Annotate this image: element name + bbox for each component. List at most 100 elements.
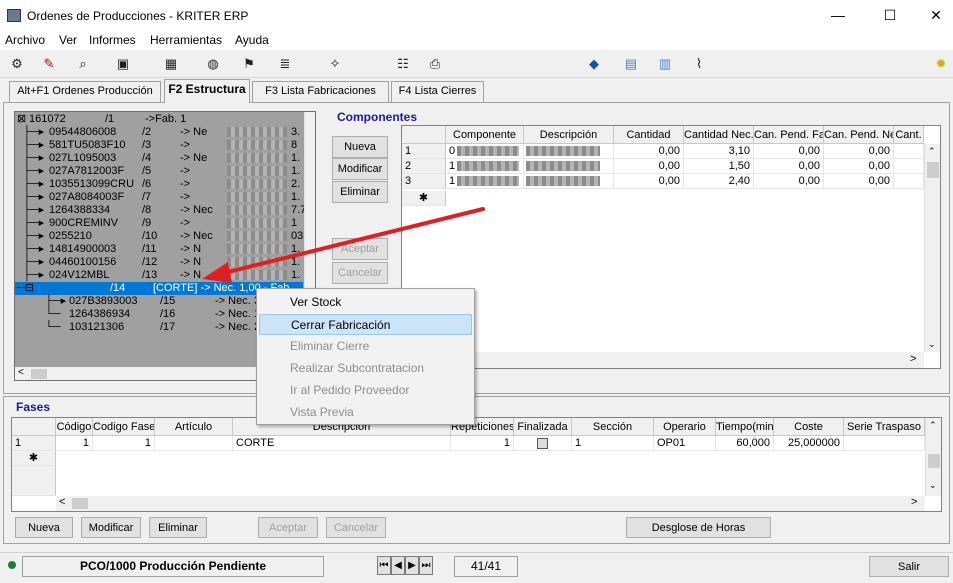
cell-cantidad-nec[interactable]: 1,50 [684,159,754,174]
cell-cant[interactable] [894,144,924,159]
col-can-pend-fab[interactable]: Can. Pend. Fab [754,126,824,144]
comp-nueva-button[interactable]: Nueva [332,136,388,158]
fases-cell-coste[interactable]: 25,000000 [774,436,844,451]
menu-ayuda[interactable]: Ayuda [235,33,269,47]
scroll-down-icon[interactable]: ⌄ [928,339,936,350]
scroll-up-icon[interactable]: ⌃ [929,420,937,431]
scroll-thumb[interactable] [928,454,940,468]
tree-item[interactable]: ├─▸ 581TU5083F10/3 -> 8 [15,139,305,152]
tab-ordenes-produccion[interactable]: Alt+F1 Ordenes Producción [9,81,161,102]
scroll-up-icon[interactable]: ⌃ [928,146,936,157]
comp-vertical-scrollbar[interactable]: ⌃ ⌄ [924,144,940,352]
row-indicator[interactable]: 2 [402,159,446,174]
salir-button[interactable]: Salir [869,556,949,577]
col-cant[interactable]: Cant. [894,126,924,144]
fases-grid[interactable]: Código Codigo Fase Artículo Descripción Repe… [11,417,942,512]
fases-col-header[interactable]: Tiempo(min.) [716,418,774,436]
cards-icon[interactable]: ▥ [656,56,674,72]
list-edit-icon[interactable]: ≣ [276,56,294,72]
fases-horizontal-scrollbar[interactable]: < > [56,496,925,511]
scroll-thumb[interactable] [72,498,88,509]
context-menu-item[interactable]: Ver Stock [259,292,472,313]
fases-cell-codigo[interactable]: 1 [56,436,93,451]
tree-item[interactable]: ├─▸ 024V12MBL/13 -> N 1. [15,269,305,282]
context-menu-item[interactable]: Cerrar Fabricación [259,314,472,335]
cell-descripcion[interactable] [524,159,614,174]
scroll-right-icon[interactable]: > [911,496,917,508]
tab-lista-fabricaciones[interactable]: F3 Lista Fabricaciones [252,81,389,102]
fases-col-header[interactable]: Operario [654,418,716,436]
fases-cell-rep[interactable]: 1 [451,436,514,451]
tab-lista-cierres[interactable]: F4 Lista Cierres [391,81,484,102]
cell-cant[interactable] [894,159,924,174]
cell-pend-nec[interactable]: 0,00 [824,174,894,189]
fases-nueva-button[interactable]: Nueva [15,517,73,538]
cell-descripcion[interactable] [524,174,614,189]
col-componente[interactable]: Componente [446,126,524,144]
cell-cantidad[interactable]: 0,00 [614,159,684,174]
nav-next-button[interactable]: ▶ [405,556,419,575]
window-icon[interactable]: ▣ [114,56,132,72]
fases-modificar-button[interactable]: Modificar [81,517,141,538]
row-indicator[interactable]: 3 [402,174,446,189]
cell-pend-nec[interactable]: 0,00 [824,144,894,159]
hierarchy-icon[interactable]: ☷ [394,56,412,72]
comp-cancelar-button[interactable]: Cancelar [332,262,388,284]
menu-herramientas[interactable]: Herramientas [150,33,222,47]
menu-informes[interactable]: Informes [89,33,136,47]
minimize-button[interactable]: — [815,4,861,26]
col-cantidad-nec[interactable]: Cantidad Nec. [684,126,754,144]
tree-item[interactable]: ├─▸ 027A8084003F/7 -> 1. [15,191,305,204]
tree-item[interactable]: ├─▸ 027A7812003F/5 -> 1. [15,165,305,178]
cell-cant[interactable] [894,174,924,189]
pen-icon[interactable]: ✎ [40,56,58,72]
tree-item[interactable]: ├─▸ 1035513099CRU/6 -> 2. [15,178,305,191]
context-menu-item[interactable]: Ir al Pedido Proveedor [259,380,472,401]
fases-cell-operario[interactable]: OP01 [654,436,716,451]
finalizada-checkbox[interactable] [537,437,548,449]
collapse-icon[interactable]: ⊠ [17,113,26,126]
comp-eliminar-button[interactable]: Eliminar [332,181,388,203]
tab-estructura[interactable]: F2 Estructura [164,79,250,103]
cell-cantidad[interactable]: 0,00 [614,174,684,189]
tree-item[interactable]: ├─▸ 14814900003/11 -> N 1. [15,243,305,256]
scroll-thumb[interactable] [31,369,47,379]
fases-cell-fase[interactable]: 1 [93,436,155,451]
fases-col-header[interactable]: Sección [572,418,654,436]
fases-cell-seccion[interactable]: 1 [572,436,654,451]
comp-aceptar-button[interactable]: Aceptar [332,238,388,260]
nav-prev-button[interactable]: ◀ [391,556,405,575]
fases-aceptar-button[interactable]: Aceptar [258,517,318,538]
fases-eliminar-button[interactable]: Eliminar [149,517,207,538]
preview-icon[interactable]: ⌕ [74,56,92,72]
fases-col-header[interactable]: Coste [774,418,844,436]
nav-last-button[interactable]: ⏭ [419,556,433,575]
row-indicator[interactable]: 1 [12,436,56,451]
cell-pend-fab[interactable]: 0,00 [754,159,824,174]
fases-col-header[interactable]: Código [56,418,93,436]
cell-descripcion[interactable] [524,144,614,159]
lightbulb-icon[interactable]: ✹ [932,56,950,72]
cell-cantidad-nec[interactable]: 2,40 [684,174,754,189]
fases-cancelar-button[interactable]: Cancelar [326,517,386,538]
fases-col-header[interactable]: Codigo Fase [93,418,155,436]
cell-componente[interactable]: 1 [446,174,524,189]
cell-cantidad-nec[interactable]: 3,10 [684,144,754,159]
cell-pend-fab[interactable]: 0,00 [754,174,824,189]
maximize-button[interactable]: ☐ [867,4,913,26]
fases-col-header[interactable]: Artículo [155,418,233,436]
tree-icon[interactable]: ⚙ [8,56,26,72]
fases-vertical-scrollbar[interactable]: ⌃ ⌄ [925,418,941,496]
fases-cell-serie[interactable] [844,436,925,451]
print-icon[interactable]: ⎙ [426,56,444,72]
menu-ver[interactable]: Ver [59,33,77,47]
col-can-pend-nec[interactable]: Can. Pend. Nec [824,126,894,144]
scroll-down-icon[interactable]: ⌄ [929,480,937,491]
tools-icon[interactable]: ✧ [326,56,344,72]
close-button[interactable]: ✕ [913,4,953,26]
fases-cell-tiempo[interactable]: 60,000 [716,436,774,451]
cell-pend-nec[interactable]: 0,00 [824,159,894,174]
tag-icon[interactable]: ◆ [585,56,603,72]
row-indicator[interactable]: 1 [402,144,446,159]
card-icon[interactable]: ▤ [622,56,640,72]
